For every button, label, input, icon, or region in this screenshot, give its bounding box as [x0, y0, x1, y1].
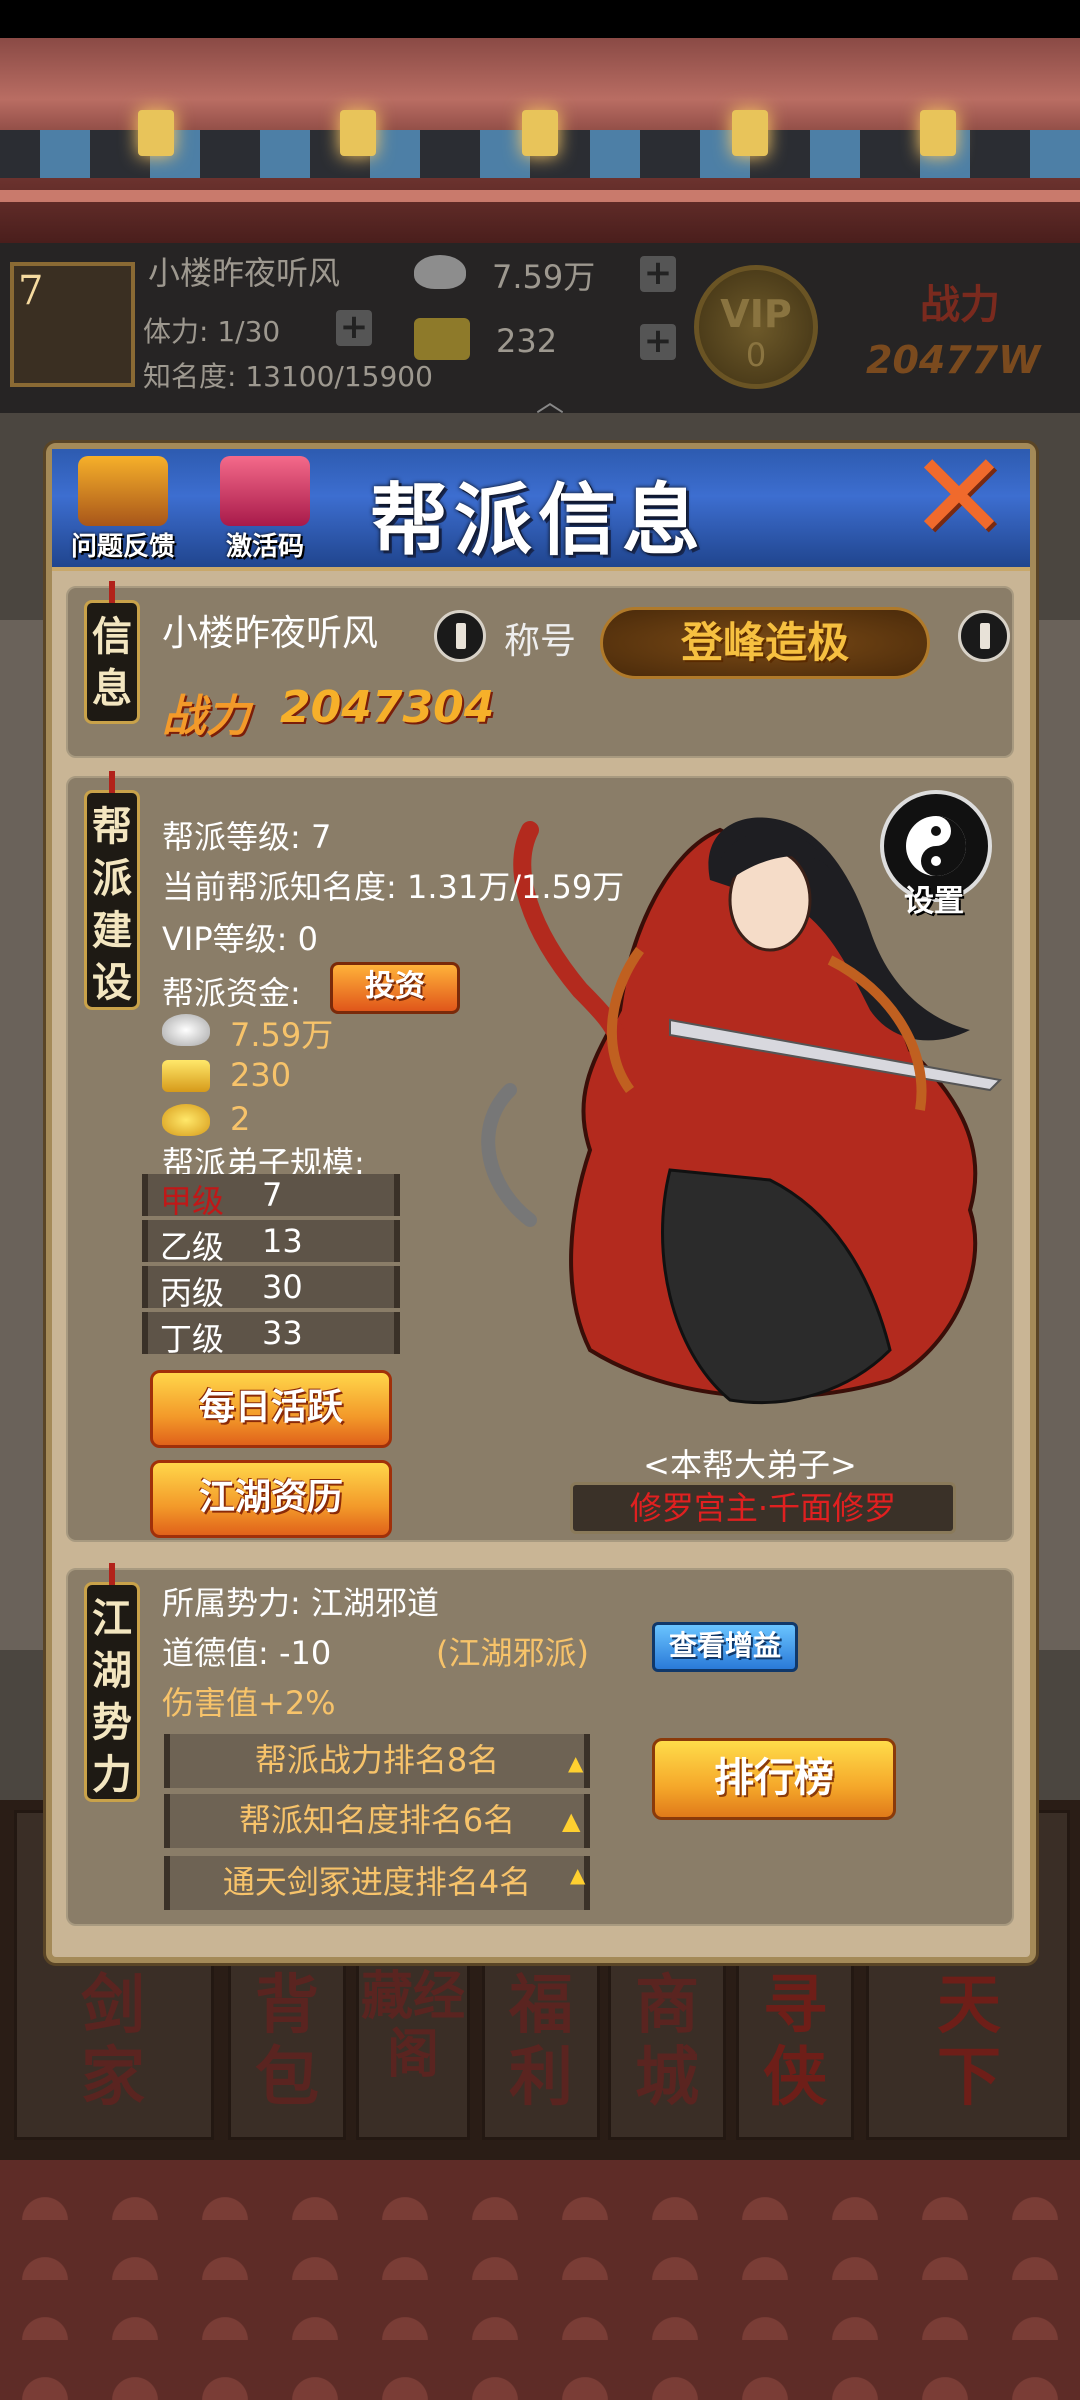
close-icon[interactable]: ✕ — [904, 438, 1014, 558]
vip-button[interactable]: VIP 0 — [694, 265, 818, 389]
disciple-name: 修罗宫主·千面修罗 — [570, 1482, 956, 1534]
info-badge: 信息 — [84, 581, 140, 724]
grade-count: 7 — [262, 1176, 283, 1214]
power-label: 战力 — [162, 691, 250, 742]
nav-item-label: 藏经阁 — [360, 1966, 465, 2085]
grade-count: 33 — [262, 1314, 303, 1352]
activation-code-button[interactable]: 激活码 — [200, 452, 330, 567]
damage-bonus: 伤害值+2% — [162, 1684, 336, 1722]
add-gold-button[interactable]: + — [640, 324, 676, 360]
rank-row: 帮派知名度排名6名 — [164, 1794, 590, 1848]
grade-count: 13 — [262, 1222, 303, 1260]
silver-icon — [414, 255, 466, 289]
guild-gold-coin: 2 — [230, 1100, 251, 1138]
dialog-title: 帮派信息 — [370, 476, 707, 566]
status-bar — [0, 0, 1080, 38]
guild-silver: 7.59万 — [230, 1016, 334, 1054]
treasure-chest-icon — [78, 456, 168, 526]
lantern-icon — [920, 110, 956, 156]
morality-text: 道德值: -10 — [162, 1634, 332, 1672]
lantern-icon — [732, 110, 768, 156]
gold-coin-icon — [162, 1104, 210, 1136]
gold-icon — [414, 318, 470, 360]
guild-funds-label: 帮派资金: — [162, 974, 301, 1012]
grade-name: 丁级 — [160, 1320, 225, 1358]
view-bonus-button[interactable]: 查看增益 — [652, 1622, 798, 1672]
silver-icon — [162, 1014, 210, 1046]
lantern-icon — [340, 110, 376, 156]
edit-title-icon[interactable] — [958, 610, 1010, 662]
chevron-up-icon[interactable]: ︿ — [525, 380, 575, 418]
player-name: 小楼昨夜听风 — [162, 613, 379, 654]
top-power-label: 战力 — [920, 282, 1000, 328]
guild-level: 帮派等级: 7 — [162, 818, 332, 856]
feedback-label: 问题反馈 — [70, 532, 175, 562]
grade-name: 丙级 — [160, 1274, 225, 1312]
edit-name-icon[interactable] — [434, 610, 486, 662]
title-plate: 登峰造极 — [600, 607, 930, 679]
nav-item-label: 背包 — [255, 1968, 319, 2115]
nav-item-label: 天下 — [937, 1968, 1001, 2115]
stamina-text: 体力: 1/30 — [143, 315, 281, 348]
leaderboard-button[interactable]: 排行榜 — [652, 1738, 896, 1820]
grade-name: 乙级 — [160, 1228, 225, 1266]
add-silver-button[interactable]: + — [640, 256, 676, 292]
nav-item-label: 寻侠 — [763, 1968, 827, 2115]
player-name: 小楼昨夜听风 — [148, 254, 341, 292]
lantern-icon — [138, 110, 174, 156]
daily-activity-button[interactable]: 每日活跃 — [150, 1370, 392, 1448]
floor-pattern — [0, 2160, 1080, 2400]
invest-button[interactable]: 投资 — [330, 962, 460, 1014]
nav-item-label: 剑家 — [81, 1968, 145, 2115]
fame-text: 知名度: 13100/15900 — [143, 360, 433, 393]
arrow-up-icon: ▲ — [562, 1807, 581, 1835]
guild-fame: 当前帮派知名度: 1.31万/1.59万 — [162, 868, 625, 906]
add-stamina-button[interactable]: + — [336, 310, 372, 346]
guild-gold-ingot: 230 — [230, 1056, 292, 1094]
roof-trim — [0, 190, 1080, 202]
gold-ingot-icon — [162, 1060, 210, 1092]
lantern-icon — [522, 110, 558, 156]
guild-vip: VIP等级: 0 — [162, 920, 318, 958]
top-power-value: 20477W — [866, 338, 1041, 382]
grade-name: 甲级 — [160, 1182, 225, 1220]
vip-label: VIP — [720, 292, 792, 336]
silver-amount: 7.59万 — [492, 258, 596, 296]
power-value: 2047304 — [280, 682, 495, 733]
rank-row: 帮派战力排名8名 — [164, 1734, 590, 1788]
title-value: 登峰造极 — [680, 618, 849, 667]
gift-box-icon — [220, 456, 310, 526]
feedback-button[interactable]: 问题反馈 — [58, 452, 188, 567]
nav-item-label: 福利 — [509, 1968, 573, 2115]
faction-tag: (江湖邪派) — [436, 1634, 589, 1672]
disciple-tag: <本帮大弟子> — [643, 1446, 857, 1484]
faction-text: 所属势力: 江湖邪道 — [162, 1584, 439, 1622]
arrow-up-icon: ▲ — [568, 1751, 584, 1775]
vip-level: 0 — [745, 336, 767, 374]
arrow-up-icon: ▲ — [570, 1863, 586, 1887]
rank-row: 通天剑冢进度排名4名 — [164, 1856, 590, 1910]
build-badge: 帮派建设 — [84, 771, 140, 1010]
title-label: 称号 — [504, 621, 577, 662]
grade-count: 30 — [262, 1268, 303, 1306]
settings-label: 设置 — [904, 884, 964, 919]
force-badge: 江湖势力 — [84, 1563, 140, 1802]
activation-code-label: 激活码 — [225, 532, 304, 562]
player-level: 7 — [18, 268, 44, 314]
gold-amount: 232 — [496, 322, 558, 360]
nav-item-label: 商城 — [635, 1968, 699, 2115]
